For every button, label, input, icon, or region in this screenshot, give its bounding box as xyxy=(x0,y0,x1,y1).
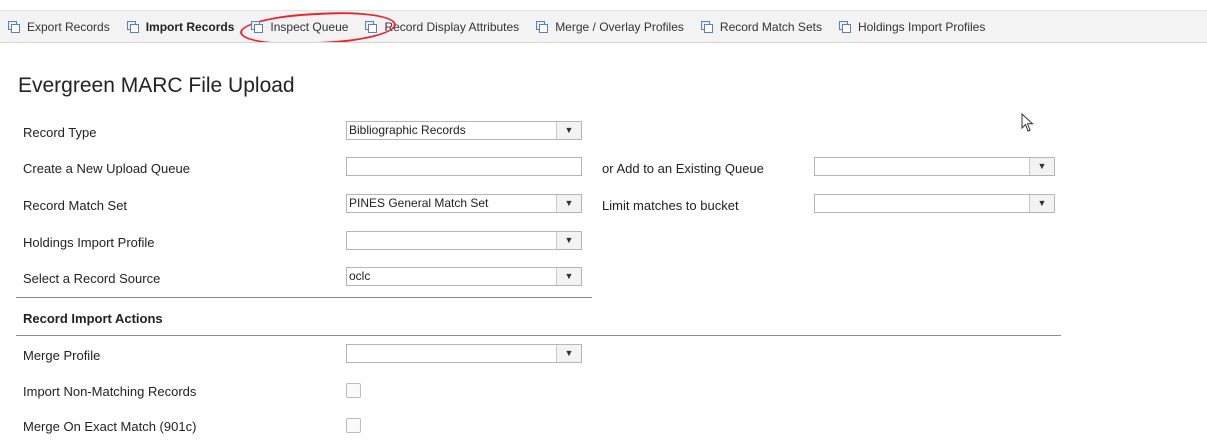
tab-bar: Export Records Import Records Inspect Qu… xyxy=(0,10,1207,43)
tab-inspect-queue[interactable]: Inspect Queue xyxy=(243,11,357,42)
tab-record-match-sets[interactable]: Record Match Sets xyxy=(693,11,831,42)
record-type-value: Bibliographic Records xyxy=(349,123,466,137)
import-non-matching-label: Import Non-Matching Records xyxy=(23,384,197,399)
row-upload-queue: Create a New Upload Queue or Add to an E… xyxy=(0,153,1207,183)
tab-label: Record Display Attributes xyxy=(384,19,520,34)
tab-merge-overlay-profiles[interactable]: Merge / Overlay Profiles xyxy=(528,11,693,42)
tab-label: Export Records xyxy=(27,19,110,34)
copy-icon xyxy=(700,20,713,33)
match-set-select[interactable]: PINES General Match Set ▼ xyxy=(346,194,582,213)
row-record-source: Select a Record Source oclc ▼ xyxy=(0,263,1207,293)
row-match-set: Record Match Set PINES General Match Set… xyxy=(0,190,1207,220)
record-type-label: Record Type xyxy=(23,125,97,140)
copy-icon xyxy=(365,20,378,33)
tab-label: Merge / Overlay Profiles xyxy=(555,19,684,34)
chevron-down-icon[interactable]: ▼ xyxy=(1029,158,1054,175)
match-set-label: Record Match Set xyxy=(23,198,128,213)
copy-icon xyxy=(126,20,139,33)
row-record-type: Record Type Bibliographic Records ▼ xyxy=(0,117,1207,147)
merge-exact-checkbox[interactable] xyxy=(346,418,361,433)
tab-label: Import Records xyxy=(145,19,235,34)
record-type-select[interactable]: Bibliographic Records ▼ xyxy=(346,121,582,140)
record-source-select[interactable]: oclc ▼ xyxy=(346,267,582,286)
limit-bucket-select[interactable]: ▼ xyxy=(814,194,1055,213)
copy-icon xyxy=(536,20,549,33)
holdings-profile-label: Holdings Import Profile xyxy=(23,235,155,250)
divider xyxy=(16,335,1061,336)
row-merge-profile: Merge Profile ▼ xyxy=(0,340,1207,370)
page-title: Evergreen MARC File Upload xyxy=(18,74,295,97)
chevron-down-icon[interactable]: ▼ xyxy=(556,268,581,285)
tab-label: Record Match Sets xyxy=(719,19,822,34)
holdings-profile-select[interactable]: ▼ xyxy=(346,231,582,250)
merge-exact-label: Merge On Exact Match (901c) xyxy=(23,419,197,434)
new-queue-input[interactable] xyxy=(346,157,582,176)
row-import-non-matching: Import Non-Matching Records xyxy=(0,376,1207,406)
limit-bucket-label: Limit matches to bucket xyxy=(602,198,739,213)
merge-profile-select[interactable]: ▼ xyxy=(346,344,582,363)
copy-icon xyxy=(8,20,20,33)
record-source-label: Select a Record Source xyxy=(23,271,161,286)
row-section-import-actions: Record Import Actions xyxy=(0,303,1207,333)
record-source-value: oclc xyxy=(349,269,371,283)
new-queue-label: Create a New Upload Queue xyxy=(23,161,190,176)
divider xyxy=(16,297,592,298)
merge-profile-label: Merge Profile xyxy=(23,348,101,363)
chevron-down-icon[interactable]: ▼ xyxy=(556,122,581,139)
chevron-down-icon[interactable]: ▼ xyxy=(556,232,581,249)
copy-icon xyxy=(251,20,264,33)
chevron-down-icon[interactable]: ▼ xyxy=(1029,195,1054,212)
chevron-down-icon[interactable]: ▼ xyxy=(556,345,581,362)
existing-queue-select[interactable]: ▼ xyxy=(814,157,1055,176)
copy-icon xyxy=(838,20,851,33)
tab-export-records[interactable]: Export Records xyxy=(0,11,119,42)
tab-import-records[interactable]: Import Records xyxy=(119,11,244,42)
row-holdings-profile: Holdings Import Profile ▼ xyxy=(0,227,1207,257)
tab-label: Inspect Queue xyxy=(270,19,349,34)
tab-holdings-import-profiles[interactable]: Holdings Import Profiles xyxy=(831,11,994,42)
section-heading: Record Import Actions xyxy=(23,311,163,326)
match-set-value: PINES General Match Set xyxy=(349,196,489,210)
tab-label: Holdings Import Profiles xyxy=(857,19,986,34)
row-merge-exact: Merge On Exact Match (901c) xyxy=(0,411,1207,441)
chevron-down-icon[interactable]: ▼ xyxy=(556,195,581,212)
existing-queue-label: or Add to an Existing Queue xyxy=(602,161,764,176)
import-non-matching-checkbox[interactable] xyxy=(346,383,361,398)
